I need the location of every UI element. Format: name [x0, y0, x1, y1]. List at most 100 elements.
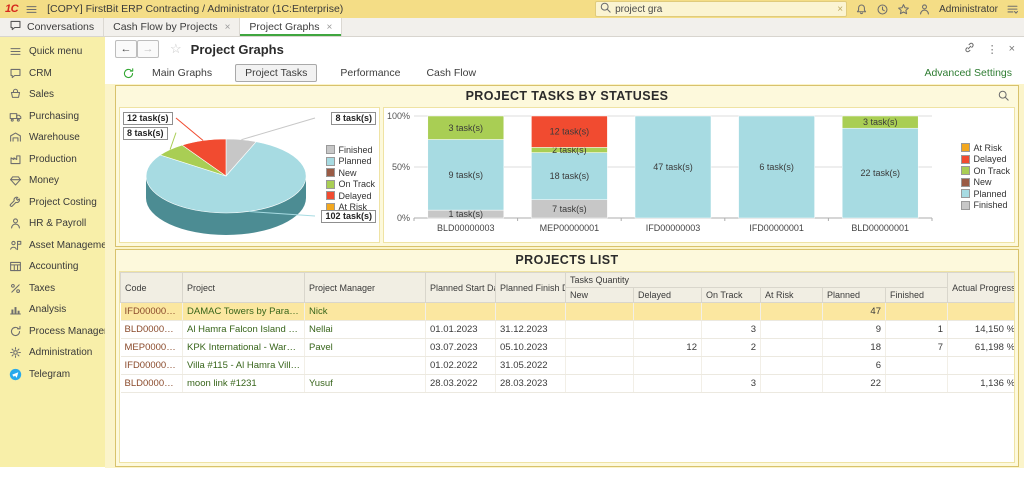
- close-form-icon[interactable]: ×: [1009, 43, 1015, 55]
- search-clear-icon[interactable]: ×: [837, 4, 843, 15]
- back-button[interactable]: ←: [115, 40, 137, 58]
- column-header[interactable]: Planned Finish Date: [495, 272, 566, 303]
- global-search-input[interactable]: [615, 3, 835, 15]
- sidebar-item-project-costing[interactable]: Project Costing: [0, 192, 105, 214]
- main-menu-icon[interactable]: [25, 3, 38, 16]
- table-row[interactable]: BLD00000001 moon link #1231 Yusuf 28.03.202…: [120, 374, 1014, 393]
- get-link-icon[interactable]: [963, 41, 976, 57]
- cell-on_track: 3: [701, 374, 761, 393]
- favorite-star-icon[interactable]: ☆: [170, 41, 182, 57]
- sidebar-item-money[interactable]: Money: [0, 170, 105, 192]
- wrench-icon: [8, 196, 22, 209]
- window-tabbar: Conversations Cash Flow by Projects × Proje…: [0, 18, 1024, 37]
- cell-at_risk: [760, 302, 823, 321]
- sidebar-item-crm[interactable]: CRM: [0, 63, 105, 85]
- sidebar-item-label: Warehouse: [29, 132, 80, 144]
- user-icon[interactable]: [918, 3, 931, 16]
- sidebar-item-label: Quick menu: [29, 46, 83, 58]
- svg-text:22 task(s): 22 task(s): [860, 168, 900, 178]
- service-menu-icon[interactable]: [1006, 3, 1019, 16]
- sidebar-item-telegram[interactable]: Telegram: [0, 364, 105, 386]
- view-tab-performance[interactable]: Performance: [337, 65, 403, 81]
- view-tab-cash-flow[interactable]: Cash Flow: [423, 65, 479, 81]
- history-icon[interactable]: [876, 3, 889, 16]
- sidebar-item-purchasing[interactable]: Purchasing: [0, 106, 105, 128]
- sidebar-item-label: Administration: [29, 347, 93, 359]
- chart-zoom-icon[interactable]: [997, 89, 1010, 105]
- favorites-star-icon[interactable]: [897, 3, 910, 16]
- table-row[interactable]: MEP00000001KPK International - Warehouse…: [120, 338, 1014, 357]
- window-tab-conversations[interactable]: Conversations: [0, 18, 105, 36]
- sidebar-item-hr-payroll[interactable]: HR & Payroll: [0, 213, 105, 235]
- sub-column-header[interactable]: On Track: [701, 287, 761, 303]
- view-tab-project-tasks[interactable]: Project Tasks: [235, 64, 318, 82]
- table-row[interactable]: IFD00000001 Villa #115 - Al Hamra Village…: [120, 356, 1014, 375]
- cell-manager: Nick: [304, 302, 426, 321]
- chart-icon: [8, 303, 22, 316]
- truck-icon: [8, 110, 22, 123]
- projects-panel-title: PROJECTS LIST: [116, 250, 1018, 270]
- column-header-actual-progress[interactable]: Actual Progress: [947, 272, 1014, 303]
- sidebar-item-analysis[interactable]: Analysis: [0, 299, 105, 321]
- factory-icon: [8, 153, 22, 166]
- sidebar-item-label: HR & Payroll: [29, 218, 87, 230]
- cell-at_risk: [760, 338, 823, 357]
- sidebar-item-process-management[interactable]: Process Management: [0, 321, 105, 343]
- tab-close-icon[interactable]: ×: [326, 22, 332, 33]
- svg-text:IFD00000003: IFD00000003: [646, 223, 701, 233]
- svg-text:50%: 50%: [392, 162, 410, 172]
- cell-finished: [885, 374, 949, 393]
- column-header[interactable]: Planned Start Date: [425, 272, 496, 303]
- tab-close-icon[interactable]: ×: [225, 22, 231, 33]
- more-actions-icon[interactable]: ⋮: [987, 43, 998, 56]
- legend-item: On Track: [326, 179, 375, 191]
- svg-text:9 task(s): 9 task(s): [449, 170, 484, 180]
- cell-project: Villa #115 - Al Hamra Village RAK: [182, 356, 305, 375]
- sub-column-header[interactable]: Finished: [884, 287, 949, 303]
- sidebar-item-accounting[interactable]: Accounting: [0, 256, 105, 278]
- refresh-icon[interactable]: [122, 67, 135, 80]
- sidebar-item-sales[interactable]: Sales: [0, 84, 105, 106]
- window-tab-cash-flow-by-projects[interactable]: Cash Flow by Projects ×: [104, 18, 241, 36]
- table-row[interactable]: BLD00000003Al Hamra Falcon Island - Al H…: [120, 320, 1014, 339]
- notifications-bell-icon[interactable]: [855, 3, 868, 16]
- current-user[interactable]: Administrator: [939, 4, 998, 15]
- cell-delayed: [633, 302, 702, 321]
- sidebar-item-taxes[interactable]: Taxes: [0, 278, 105, 300]
- sidebar-item-administration[interactable]: Administration: [0, 342, 105, 364]
- page-title: Project Graphs: [190, 41, 284, 57]
- forward-button[interactable]: →: [137, 40, 159, 58]
- column-header[interactable]: Project Manager: [304, 272, 426, 303]
- advanced-settings-link[interactable]: Advanced Settings: [924, 67, 1012, 79]
- projects-table-wrap: Code Project Project Manager Planned Start …: [119, 271, 1015, 463]
- sub-column-header[interactable]: At Risk: [760, 287, 823, 303]
- bar-chart: 100% 50% 0% 1 task(s) 9 task(s) 3 task(s) BLD0…: [387, 111, 933, 233]
- sidebar-item-production[interactable]: Production: [0, 149, 105, 171]
- view-tab-main-graphs[interactable]: Main Graphs: [149, 65, 215, 81]
- column-header[interactable]: Project: [182, 272, 305, 303]
- legend-item: New: [961, 177, 1010, 189]
- sidebar-item-warehouse[interactable]: Warehouse: [0, 127, 105, 149]
- cell-project: KPK International - Warehouse U...: [182, 338, 305, 357]
- sub-column-header[interactable]: Planned: [822, 287, 886, 303]
- column-header-tasks-quantity[interactable]: Tasks Quantity: [564, 272, 949, 288]
- window-tab-project-graphs[interactable]: Project Graphs ×: [240, 18, 343, 36]
- chart-row: Finished Planned New On Track Delayed At Risk…: [119, 107, 1015, 243]
- column-header[interactable]: Code: [120, 272, 183, 303]
- cell-delayed: [633, 356, 702, 375]
- sidebar-item-quick-menu[interactable]: Quick menu: [0, 41, 105, 63]
- table-row[interactable]: IFD00000003DAMAC Towers by Paramount H..…: [120, 302, 1014, 321]
- sub-column-header[interactable]: Delayed: [633, 287, 702, 303]
- svg-text:18 task(s): 18 task(s): [550, 171, 590, 181]
- cell-finish: 31.05.2022: [495, 356, 566, 375]
- tab-label: Cash Flow by Projects: [113, 21, 218, 33]
- svg-text:1 task(s): 1 task(s): [449, 209, 484, 219]
- cell-manager: [304, 356, 426, 375]
- sub-column-header[interactable]: New: [565, 287, 634, 303]
- sidebar-item-asset-management[interactable]: Asset Management: [0, 235, 105, 257]
- svg-text:6 task(s): 6 task(s): [759, 162, 794, 172]
- legend-swatch: [326, 179, 336, 189]
- app-titlebar: 1C [COPY] FirstBit ERP Contracting / Adm…: [0, 0, 1024, 18]
- cell-manager: Nellai: [304, 320, 426, 339]
- cell-code: BLD00000003: [120, 320, 183, 339]
